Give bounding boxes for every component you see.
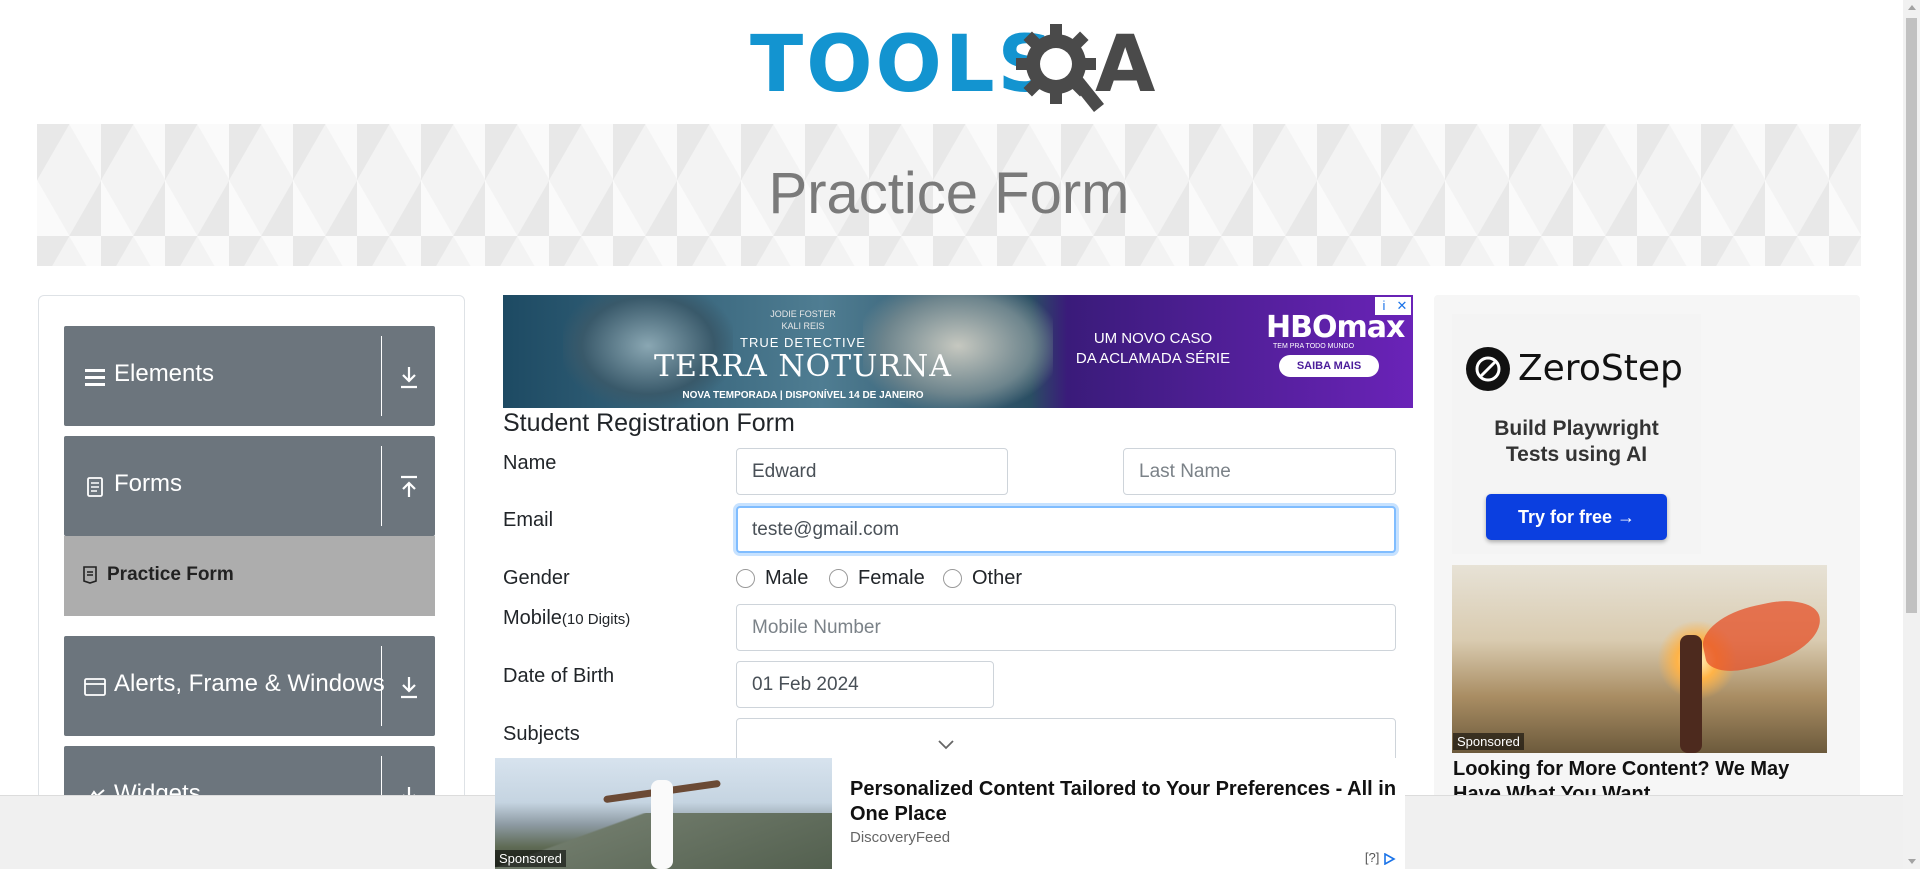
radio-label[interactable]: Female [858,567,925,590]
page-banner: Practice Form [37,124,1861,266]
menu-group-elements[interactable]: Elements [64,326,435,426]
download-arrow-icon[interactable] [398,364,420,390]
last-name-input[interactable]: Last Name [1123,448,1396,495]
toolsqa-logo[interactable]: TOOLS A [750,18,1155,114]
radio-circle[interactable] [736,569,755,588]
radio-label[interactable]: Other [972,567,1022,590]
email-label: Email [503,509,554,531]
window-icon [84,678,106,696]
gender-label: Gender [503,567,570,589]
form-icon [83,566,97,584]
ad-tagline: UM NOVO CASO DA ACLAMADA SÉRIE [1075,330,1231,367]
ad-series-label: TRUE DETECTIVE [740,335,866,350]
person-silhouette [1680,635,1702,753]
zerostep-brand: ZeroStep [1518,348,1683,389]
page-scrollbar[interactable] [1903,0,1920,869]
logo-text: TOOLS [750,20,1057,110]
name-label: Name [503,452,557,474]
gear-icon [1016,24,1104,112]
first-name-input[interactable]: Edward [736,448,1008,495]
page: TOOLS A Practice Form Elements Forms Pra… [0,0,1920,869]
mobile-hint: (10 Digits) [561,611,631,628]
form-title: Student Registration Form [503,409,795,437]
sidebar-item-practice-form[interactable]: Practice Form [64,536,435,616]
upload-arrow-icon[interactable] [398,474,420,500]
zerostep-line-1: Build Playwright [1494,417,1659,440]
scroll-down-arrow-icon[interactable] [1908,859,1916,864]
person-silhouette [651,780,673,869]
ad-controls: i ✕ [1375,297,1411,315]
mobile-input[interactable]: Mobile Number [736,604,1396,651]
sponsored-badge: Sponsored [495,850,566,867]
try-for-free-button[interactable]: Try for free → [1486,494,1667,540]
zerostep-logo-icon [1466,347,1510,391]
ad-cast: JODIE FOSTER KALI REIS [770,309,836,331]
ad-info[interactable]: [?] [1365,850,1397,865]
menu-group-label: Alerts, Frame & Windows [114,670,385,697]
dob-label: Date of Birth [503,665,615,687]
download-arrow-icon[interactable] [398,674,420,700]
menu-group-alerts[interactable]: Alerts, Frame & Windows [64,636,435,736]
logo-a: A [1095,20,1156,110]
ad-info-icon[interactable]: i [1376,298,1392,314]
menu-divider [381,336,382,416]
email-input[interactable]: teste@gmail.com [736,506,1396,553]
zerostep-line-2: Tests using AI [1505,443,1648,466]
sidebar-item-label: Practice Form [107,564,234,585]
scarf-shape [1697,593,1827,677]
scroll-thumb[interactable] [1906,18,1917,613]
right-photo-ad[interactable] [1452,565,1827,753]
menu-group-label: Elements [114,360,215,387]
page-title: Practice Form [768,161,1130,226]
menu-divider [381,646,382,726]
ad-brand-sub: TEM PRA TODO MUNDO [1273,343,1355,350]
bottom-ad[interactable]: Sponsored Personalized Content Tailored … [495,758,1405,869]
radio-circle[interactable] [943,569,962,588]
bottom-ad-headline[interactable]: Personalized Content Tailored to Your Pr… [850,777,1410,827]
chevron-down-icon[interactable] [936,738,956,752]
radio-circle[interactable] [829,569,848,588]
zero-slash-icon [1475,356,1501,382]
scroll-up-arrow-icon[interactable] [1908,5,1916,10]
mobile-label: Mobile(10 Digits) [503,607,630,630]
ad-brand: HBOmax [1266,310,1405,345]
ad-footer-text: NOVA TEMPORADA | DISPONÍVEL 14 DE JANEIR… [682,390,924,401]
ad-series-title: TERRA NOTURNA [654,349,952,384]
ad-cta-button[interactable]: SAIBA MAIS [1279,355,1379,377]
mobile-label-text: Mobile [503,607,562,629]
menu-divider [381,446,382,526]
hamburger-icon [85,369,105,386]
menu-group-forms[interactable]: Forms [64,436,435,536]
ad-info-text[interactable]: [?] [1365,850,1379,865]
subjects-label: Subjects [503,723,580,745]
date-of-birth-input[interactable]: 01 Feb 2024 [736,661,994,708]
top-banner-ad[interactable]: JODIE FOSTER KALI REIS TRUE DETECTIVE TE… [503,295,1413,408]
adchoices-icon[interactable] [1383,852,1397,865]
bottom-ad-source: DiscoveryFeed [850,829,951,846]
radio-label[interactable]: Male [765,567,808,590]
sponsored-badge: Sponsored [1453,733,1524,750]
menu-group-label: Forms [114,470,182,497]
document-icon [87,477,103,497]
close-icon[interactable]: ✕ [1394,298,1410,314]
